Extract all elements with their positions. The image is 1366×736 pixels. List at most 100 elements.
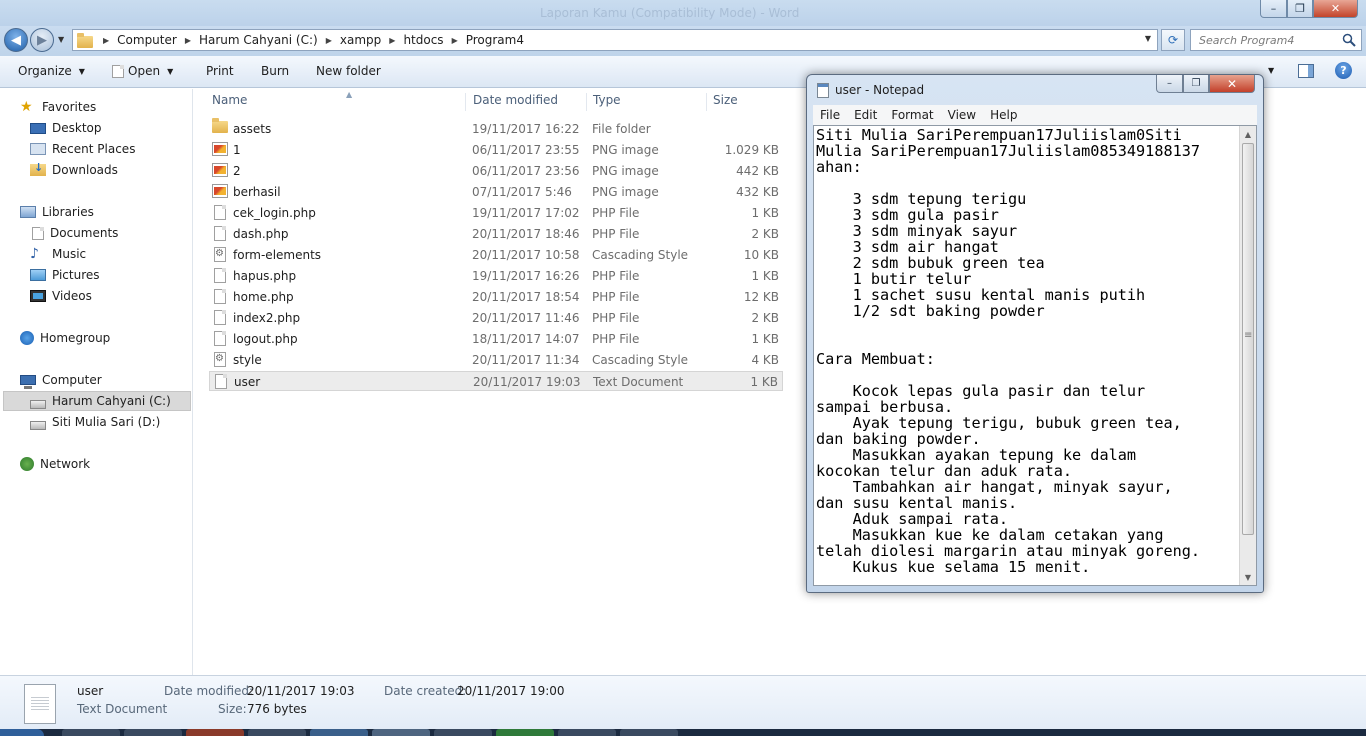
search-box[interactable] xyxy=(1190,29,1362,51)
taskbar-button[interactable] xyxy=(310,729,368,736)
menu-view[interactable]: View xyxy=(941,108,983,122)
sidebar-item-downloads[interactable]: Downloads xyxy=(30,160,118,180)
new-folder-button[interactable]: New folder xyxy=(316,64,381,78)
sidebar-item-documents[interactable]: Documents xyxy=(30,223,118,243)
table-row[interactable]: logout.php 18/11/2017 14:07 PHP File 1 KB xyxy=(209,329,783,349)
taskbar-button[interactable] xyxy=(620,729,678,736)
file-name: index2.php xyxy=(233,311,301,325)
sidebar-item-label: Documents xyxy=(50,226,119,240)
navigation-pane: ★ Favorites Desktop Recent Places Downlo… xyxy=(0,89,193,675)
forward-button[interactable]: ▶ xyxy=(30,28,54,52)
print-button[interactable]: Print xyxy=(206,64,234,78)
table-row[interactable]: cek_login.php 19/11/2017 17:02 PHP File 1 K… xyxy=(209,203,783,223)
open-button[interactable]: Open ▼ xyxy=(110,64,173,78)
menu-format[interactable]: Format xyxy=(884,108,940,122)
preview-pane-icon[interactable] xyxy=(1298,64,1314,78)
sidebar-item-pictures[interactable]: Pictures xyxy=(30,265,100,285)
start-button[interactable] xyxy=(0,729,44,736)
recent-pages-arrow-icon[interactable]: ▼ xyxy=(58,35,64,44)
notepad-minimize-button[interactable]: – xyxy=(1156,75,1183,93)
column-header-date-modified[interactable]: Date modified xyxy=(467,93,587,111)
breadcrumb-htdocs[interactable]: htdocs xyxy=(399,33,447,47)
taskbar-button[interactable] xyxy=(496,729,554,736)
taskbar-button[interactable] xyxy=(124,729,182,736)
desktop-icon xyxy=(30,122,46,134)
breadcrumb-xampp[interactable]: xampp xyxy=(336,33,385,47)
table-row[interactable]: index2.php 20/11/2017 11:46 PHP File 2 KB xyxy=(209,308,783,328)
taskbar-button[interactable] xyxy=(62,729,120,736)
file-date-modified: 20/11/2017 18:46 xyxy=(472,227,580,241)
menu-help[interactable]: Help xyxy=(983,108,1024,122)
chevron-right-icon[interactable]: ▶ xyxy=(99,36,113,45)
file-date-modified: 20/11/2017 10:58 xyxy=(472,248,580,262)
taskbar-button[interactable] xyxy=(558,729,616,736)
breadcrumb-computer[interactable]: Computer xyxy=(113,33,181,47)
change-view-arrow-icon[interactable]: ▼ xyxy=(1268,66,1274,75)
notepad-close-button[interactable]: ✕ xyxy=(1209,75,1255,93)
vertical-scrollbar[interactable]: ▲ ▼ xyxy=(1239,126,1256,585)
burn-button[interactable]: Burn xyxy=(261,64,289,78)
address-dropdown-icon[interactable]: ▼ xyxy=(1145,34,1151,43)
search-icon[interactable] xyxy=(1342,33,1356,47)
sidebar-item-drive-d[interactable]: Siti Mulia Sari (D:) xyxy=(30,412,160,432)
column-header-name[interactable]: Name ▲ xyxy=(206,90,466,111)
sidebar-item-desktop[interactable]: Desktop xyxy=(30,118,102,138)
notepad-window[interactable]: user - Notepad – ❐ ✕ File Edit Format Vi… xyxy=(806,74,1264,593)
sidebar-item-videos[interactable]: Videos xyxy=(30,286,92,306)
homegroup-icon xyxy=(20,331,34,345)
sidebar-item-music[interactable]: ♪ Music xyxy=(30,244,86,264)
search-input[interactable] xyxy=(1191,30,1341,50)
scroll-up-arrow-icon[interactable]: ▲ xyxy=(1240,126,1256,142)
table-row[interactable]: dash.php 20/11/2017 18:46 PHP File 2 KB xyxy=(209,224,783,244)
chevron-right-icon[interactable]: ▶ xyxy=(385,36,399,45)
chevron-right-icon[interactable]: ▶ xyxy=(322,36,336,45)
minimize-button[interactable]: – xyxy=(1260,0,1287,18)
notepad-maximize-button[interactable]: ❐ xyxy=(1183,75,1209,93)
chevron-right-icon[interactable]: ▶ xyxy=(181,36,195,45)
sidebar-item-label: Homegroup xyxy=(40,331,111,345)
menu-file[interactable]: File xyxy=(813,108,847,122)
scroll-down-arrow-icon[interactable]: ▼ xyxy=(1240,569,1256,585)
help-icon[interactable]: ? xyxy=(1335,62,1352,79)
address-bar[interactable]: ▶ Computer ▶ Harum Cahyani (C:) ▶ xampp … xyxy=(72,29,1158,51)
menu-edit[interactable]: Edit xyxy=(847,108,884,122)
column-header-size[interactable]: Size xyxy=(707,93,787,111)
sidebar-item-network[interactable]: Network xyxy=(20,454,90,474)
scrollbar-thumb[interactable] xyxy=(1242,143,1254,535)
column-header-type[interactable]: Type xyxy=(587,93,707,111)
sidebar-item-libraries[interactable]: Libraries xyxy=(20,202,94,222)
sidebar-item-homegroup[interactable]: Homegroup xyxy=(20,328,110,348)
table-row[interactable]: 1 06/11/2017 23:55 PNG image 1.029 KB xyxy=(209,140,783,160)
table-row[interactable]: hapus.php 19/11/2017 16:26 PHP File 1 KB xyxy=(209,266,783,286)
breadcrumb-program4[interactable]: Program4 xyxy=(462,33,528,47)
file-type: Cascading Style S... xyxy=(592,248,692,262)
table-row[interactable]: home.php 20/11/2017 18:54 PHP File 12 KB xyxy=(209,287,783,307)
text-document-icon xyxy=(24,684,56,724)
table-row[interactable]: style 20/11/2017 11:34 Cascading Style S..… xyxy=(209,350,783,370)
close-button[interactable]: ✕ xyxy=(1313,0,1358,18)
taskbar-button[interactable] xyxy=(372,729,430,736)
taskbar-button[interactable] xyxy=(248,729,306,736)
chevron-right-icon[interactable]: ▶ xyxy=(448,36,462,45)
breadcrumb-drive-c[interactable]: Harum Cahyani (C:) xyxy=(195,33,322,47)
back-button[interactable]: ◀ xyxy=(4,28,28,52)
sidebar-item-recent-places[interactable]: Recent Places xyxy=(30,139,135,159)
file-date-modified: 19/11/2017 16:22 xyxy=(472,122,580,136)
sidebar-item-drive-c[interactable]: Harum Cahyani (C:) xyxy=(3,391,191,411)
notepad-content[interactable]: Siti Mulia SariPerempuan17Juliislam0Siti… xyxy=(816,127,1238,585)
table-row[interactable]: 2 06/11/2017 23:56 PNG image 442 KB xyxy=(209,161,783,181)
taskbar-button[interactable] xyxy=(186,729,244,736)
sidebar-item-computer[interactable]: Computer xyxy=(20,370,102,390)
table-row[interactable]: user 20/11/2017 19:03 Text Document 1 KB xyxy=(209,371,783,391)
refresh-button[interactable]: ⟳ xyxy=(1161,29,1185,51)
notepad-text-area[interactable]: Siti Mulia SariPerempuan17Juliislam0Siti… xyxy=(813,125,1257,586)
table-row[interactable]: berhasil 07/11/2017 5:46 PNG image 432 KB xyxy=(209,182,783,202)
maximize-button[interactable]: ❐ xyxy=(1287,0,1313,18)
sidebar-item-favorites[interactable]: ★ Favorites xyxy=(20,97,96,117)
details-date-modified-label: Date modified: xyxy=(164,684,254,698)
table-row[interactable]: form-elements 20/11/2017 10:58 Cascading S… xyxy=(209,245,783,265)
file-date-modified: 18/11/2017 14:07 xyxy=(472,332,580,346)
table-row[interactable]: assets 19/11/2017 16:22 File folder xyxy=(209,118,783,139)
taskbar-button[interactable] xyxy=(434,729,492,736)
organize-button[interactable]: Organize ▼ xyxy=(18,64,85,78)
